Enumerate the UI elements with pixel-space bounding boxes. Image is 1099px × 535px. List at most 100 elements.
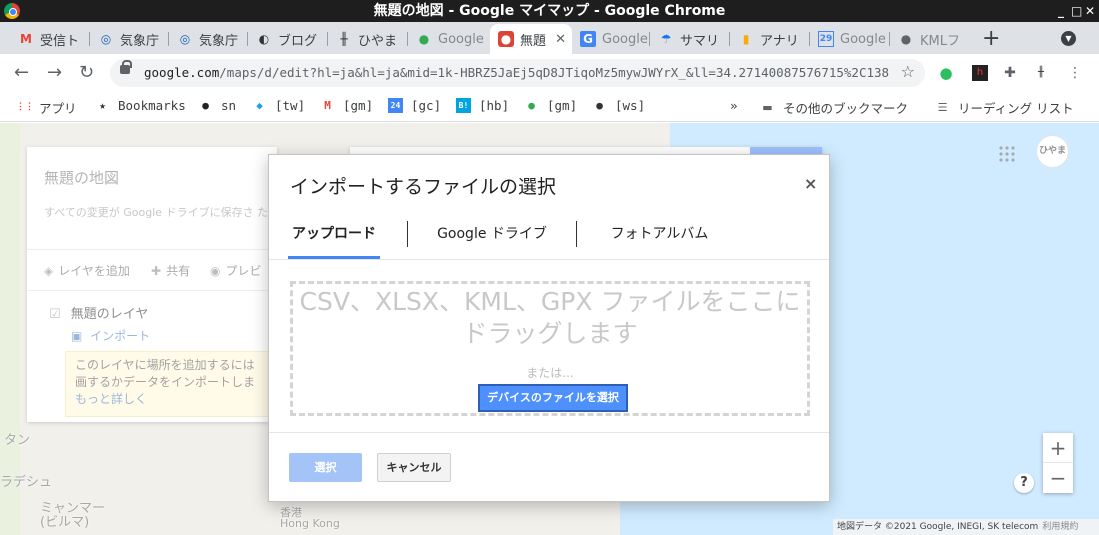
browser-tab[interactable]: ☂ サマリ [650, 24, 730, 54]
browser-tab[interactable]: G Google [572, 24, 650, 54]
other-bookmarks-folder[interactable]: ▬ その他のブックマーク [760, 98, 908, 117]
gmail-icon: M [324, 99, 331, 112]
globe-icon: ● [596, 99, 603, 112]
close-window-button[interactable]: ✕ [1085, 0, 1095, 22]
folder-icon: ▬ [762, 101, 773, 114]
browser-tab[interactable]: ● Google [408, 24, 488, 54]
apps-grid-icon: ⋮⋮ [16, 102, 34, 112]
reading-list-button[interactable]: ☰ リーディング リスト [935, 98, 1074, 117]
tab-label: KMLフ [920, 33, 960, 49]
bookmark-label: Bookmarks [118, 98, 186, 113]
bookmark-label: リーディング リスト [958, 101, 1074, 116]
bookmark-item[interactable]: ● [ws] [592, 98, 645, 113]
new-tab-button[interactable]: + [982, 26, 1000, 51]
back-arrow-icon[interactable]: ← [14, 62, 29, 83]
calendar-icon: 24 [388, 98, 403, 113]
terms-link[interactable]: 利用規約 [1042, 522, 1078, 532]
extensions-puzzle-icon[interactable]: ✚ [1002, 65, 1018, 81]
hiyama-icon: ╫ [340, 32, 348, 46]
tab-label: 無題 [520, 33, 547, 49]
bookmark-item[interactable]: B! [hb] [456, 98, 509, 113]
bookmark-folder[interactable]: ★ Bookmarks [95, 98, 186, 113]
dialog-title: インポートするファイルの選択 [290, 176, 557, 198]
bookmark-label: アプリ [39, 101, 77, 116]
zoom-control: + − [1043, 433, 1073, 493]
file-drop-zone[interactable]: CSV、XLSX、KML、GPX ファイルをここにドラッグします または... … [290, 281, 810, 416]
tab-label: Google [840, 31, 886, 47]
bookmarks-bar: ⋮⋮ アプリ ★ Bookmarks ● sn ◆ [tw] M [gm] 24… [0, 92, 1099, 122]
menu-kebab-icon[interactable]: ⋮ [1067, 65, 1083, 81]
close-dialog-icon[interactable]: × [804, 174, 817, 193]
tab-label: ひやま [358, 33, 398, 49]
bookmark-label: [gm] [343, 98, 374, 113]
navigation-bar: ← → ↻ google.com/maps/d/edit?hl=ja&hl=ja… [0, 54, 1099, 92]
tab-label: 気象庁 [199, 33, 239, 49]
url-text[interactable]: google.com/maps/d/edit?hl=ja&hl=ja&mid=1… [144, 65, 889, 80]
lock-icon [120, 60, 132, 74]
evernote-icon[interactable]: ● [938, 65, 954, 81]
star-icon: ★ [99, 99, 106, 112]
close-tab-icon[interactable]: ✕ [555, 32, 566, 47]
profile-icon[interactable]: ╫ [1033, 65, 1049, 81]
browser-tab[interactable]: 29 Google [810, 24, 890, 54]
map-canvas[interactable]: タン ラデシュ ミャンマー (ビルマ) 香港 Hong Kong 無題の地図 す… [0, 123, 1099, 535]
forward-arrow-icon[interactable]: → [47, 62, 62, 83]
map-attribution: 地図データ ©2021 Google, INEGI, SK telecom 利用規… [833, 519, 1099, 535]
browser-tab[interactable]: ◐ ブログ [248, 24, 328, 54]
help-icon[interactable]: ? [1014, 473, 1034, 493]
browser-tab[interactable]: ◎ 気象庁 [90, 24, 169, 54]
tab-label: 気象庁 [120, 33, 160, 49]
bookmark-label: その他のブックマーク [783, 101, 909, 116]
tab-upload[interactable]: アップロード [288, 223, 380, 259]
window-title: 無題の地図 - Google マイマップ - Google Chrome [373, 3, 726, 19]
bookmark-label: [gm] [547, 98, 578, 113]
bookmark-item[interactable]: ● [gm] [524, 98, 577, 113]
calendar-icon: 29 [818, 31, 834, 47]
browser-tab[interactable]: ▮ アナリ [730, 24, 810, 54]
hatena-extension-icon[interactable]: h [972, 65, 988, 81]
zoom-out-button[interactable]: − [1043, 463, 1073, 493]
select-device-file-button[interactable]: デバイスのファイルを選択 [478, 384, 628, 412]
globe-icon: ● [900, 32, 912, 46]
google-sheets-icon: G [580, 31, 596, 47]
zoom-in-button[interactable]: + [1043, 433, 1073, 463]
maps-pin-icon: ● [528, 99, 535, 112]
reload-icon[interactable]: ↻ [79, 62, 94, 83]
analytics-icon: ▮ [742, 32, 750, 46]
bookmark-item[interactable]: ◆ [tw] [252, 98, 305, 113]
tab-label: ブログ [278, 33, 318, 49]
browser-tab[interactable]: ◎ 気象庁 [169, 24, 248, 54]
reading-list-icon: ☰ [937, 101, 948, 114]
jma-icon: ◎ [179, 32, 191, 46]
bookmark-apps[interactable]: ⋮⋮ アプリ [16, 98, 77, 117]
browser-tab-active[interactable]: ● 無題 ✕ [490, 24, 572, 54]
tab-search-icon[interactable]: ▼ [1061, 31, 1076, 46]
maximize-button[interactable]: □ [1071, 0, 1082, 22]
browser-window: 無題の地図 - Google マイマップ - Google Chrome _ □… [0, 0, 1099, 535]
tab-google-drive[interactable]: Google ドライブ [427, 223, 557, 259]
cancel-button[interactable]: キャンセル [377, 453, 451, 482]
tab-label: 受信ト [40, 33, 80, 49]
title-bar: 無題の地図 - Google マイマップ - Google Chrome _ □… [0, 0, 1099, 22]
address-bar[interactable]: google.com/maps/d/edit?hl=ja&hl=ja&mid=1… [110, 59, 925, 87]
browser-tab[interactable]: M 受信ト [10, 24, 90, 54]
browser-tab[interactable]: ● KMLフ [890, 24, 970, 54]
tab-photo-album[interactable]: フォトアルバム [597, 223, 722, 259]
select-button[interactable]: 選択 [289, 453, 362, 482]
tab-strip: M 受信ト ◎ 気象庁 ◎ 気象庁 ◐ ブログ ╫ ひやま ● Google ●… [0, 22, 1099, 54]
maps-pin-icon: ● [418, 32, 430, 46]
browser-tab[interactable]: ╫ ひやま [328, 24, 408, 54]
tab-label: Google [438, 31, 484, 47]
tab-label: Google [602, 31, 648, 47]
bookmarks-overflow-button[interactable]: » [730, 98, 738, 113]
minimize-button[interactable]: _ [1058, 0, 1064, 22]
umbrella-icon: ☂ [660, 32, 672, 46]
bookmark-item[interactable]: M [gm] [320, 98, 373, 113]
bookmark-label: [ws] [615, 98, 646, 113]
bookmark-star-icon[interactable]: ☆ [901, 62, 915, 81]
bookmark-item[interactable]: ● sn [198, 98, 236, 113]
bookmark-label: [tw] [275, 98, 306, 113]
blog-icon: ◐ [258, 32, 270, 46]
gmail-icon: M [20, 32, 32, 46]
bookmark-item[interactable]: 24 [gc] [388, 98, 441, 113]
